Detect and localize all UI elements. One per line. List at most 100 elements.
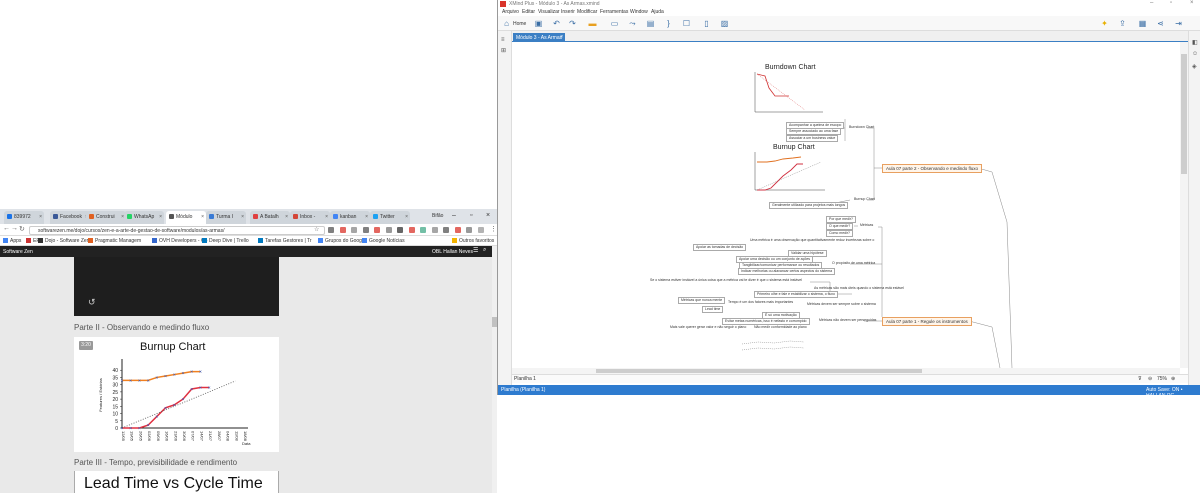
sheet-tab[interactable]: Planilha 1 (514, 376, 536, 382)
profile-label[interactable]: Bifão (432, 213, 443, 219)
marker-icon[interactable]: ☐ (682, 19, 691, 28)
bookmark-item[interactable]: OVH Developers - Co (152, 238, 207, 244)
video-player[interactable]: ↺ (74, 257, 279, 316)
browser-tab[interactable]: Construi × (86, 211, 126, 224)
tab-close-icon[interactable]: × (405, 214, 408, 220)
image-icon[interactable]: ▨ (720, 19, 729, 28)
mindmap-node[interactable]: Como medir? (826, 230, 854, 237)
menu-item[interactable]: Ferramentas (600, 9, 628, 15)
mindmap-node[interactable]: Aula 07 parte 1 - Regule os instrumentos (882, 317, 972, 326)
markers-panel-icon[interactable]: ☺ (1192, 51, 1198, 57)
mindmap-node[interactable]: Se o sistema estiver instável a única co… (648, 278, 804, 283)
bookmark-item[interactable]: Outros favoritos (452, 238, 494, 244)
filter-icon[interactable]: ⊽ (1138, 376, 1142, 382)
styles-panel-icon[interactable]: ◈ (1192, 63, 1197, 70)
tab-close-icon[interactable]: × (201, 214, 204, 220)
window-close-icon[interactable]: × (486, 212, 490, 219)
extension-icon[interactable] (454, 227, 461, 233)
browser-menu-icon[interactable]: ⋮ (490, 225, 497, 233)
bookmark-item[interactable]: Tarefas Gestores | Tr (258, 238, 312, 244)
outline-icon[interactable]: ≡ (501, 37, 505, 43)
bookmark-item[interactable]: Google Notícias (362, 238, 405, 244)
summary-icon[interactable]: } (664, 19, 673, 28)
burnup-small-image[interactable]: Burnup Chart (741, 140, 827, 200)
subtopic-icon[interactable]: ▭ (610, 19, 619, 28)
site-user[interactable]: OBL Hallan Neves (432, 249, 473, 255)
mindmap-node[interactable]: O propósito de uma métrica (830, 261, 877, 266)
extension-icon[interactable] (431, 227, 438, 233)
canvas-vscroll[interactable] (1180, 42, 1188, 368)
mindmap-node[interactable]: Métricas que nunca mente (678, 297, 726, 304)
extension-icon[interactable] (466, 227, 472, 233)
bookmark-item[interactable]: Grupos do Google (318, 238, 366, 244)
tab-close-icon[interactable]: × (39, 214, 42, 220)
mindmap-node[interactable]: Métricas não devem ser perseguidas (817, 318, 878, 323)
mindmap-node[interactable]: Apoiar as tomadas de decisão (693, 244, 747, 251)
menu-item[interactable]: Editar (522, 9, 535, 15)
extension-icon[interactable] (397, 227, 403, 233)
mindmap-node[interactable]: O que medir? (826, 223, 854, 230)
browser-tab[interactable]: A Batalh × (250, 211, 290, 224)
undo-icon[interactable]: ↶ (552, 19, 561, 28)
burndown-image[interactable]: Burndown Chart (735, 60, 827, 118)
menu-item[interactable]: Visualizar (538, 9, 560, 15)
menu-item[interactable]: Arquivo (502, 9, 519, 15)
doc-tab-close-icon[interactable]: × (560, 34, 563, 40)
maximize-icon[interactable]: ▫ (1170, 0, 1172, 6)
mindmap-node[interactable]: Por que medir? (826, 216, 856, 223)
hscroll-thumb[interactable] (596, 369, 922, 373)
zoom-out-icon[interactable]: ⊖ (1148, 376, 1152, 382)
mindmap-node[interactable]: Uma métrica é uma observação que quantit… (748, 238, 876, 243)
home-label[interactable]: Home (513, 21, 526, 27)
mindmap-node[interactable]: Não medir conformidade ao plano (752, 325, 809, 330)
mindmap-node[interactable]: Indicar melhorias ou alavancar certos as… (738, 268, 836, 275)
extension-icon[interactable] (328, 227, 334, 233)
menu-item[interactable]: Modificar (577, 9, 597, 15)
tab-close-icon[interactable]: × (241, 214, 244, 220)
extension-icon[interactable] (408, 227, 415, 233)
extension-icon[interactable] (477, 227, 484, 233)
star-icon[interactable]: ☆ (314, 226, 319, 233)
menu-item[interactable]: Inserir (561, 9, 575, 15)
tab-close-icon[interactable]: × (325, 214, 328, 220)
window-maximize-icon[interactable]: ▫ (470, 212, 472, 219)
idea-icon[interactable]: ✦ (1100, 19, 1109, 28)
mindmap-node[interactable]: Geralmente utilizado para projetos mais … (769, 202, 849, 209)
vscroll-thumb[interactable] (1181, 54, 1187, 174)
browser-tab[interactable]: Turma I × (206, 211, 246, 224)
extension-icon[interactable] (351, 227, 357, 233)
tab-close-icon[interactable]: × (365, 214, 368, 220)
bookmark-item[interactable]: Apps (3, 238, 21, 244)
search-icon[interactable]: ⌕ (483, 247, 486, 254)
burnup-chart-image[interactable]: 3:20 Burnup Chart 0 5 10 15 20 25 30 35 40 12/05 19… (74, 337, 279, 452)
mindmap-node[interactable]: Aula 07 parte 2 - Observando e medindo f… (882, 164, 983, 173)
redo-icon[interactable]: ↷ (568, 19, 577, 28)
mindmap-node[interactable]: Associar a um business value (786, 135, 839, 142)
zoom-level[interactable]: 75% (1157, 376, 1167, 382)
browser-tab[interactable]: WhatsAp × (124, 211, 164, 224)
mindmap-node[interactable]: Sempre associado ao uma fase (786, 128, 842, 135)
zoom-in-icon[interactable]: ⊕ (1171, 376, 1175, 382)
window-minimize-icon[interactable]: – (452, 212, 456, 219)
exit-icon[interactable]: ⇥ (1174, 19, 1183, 28)
mindmap-node[interactable]: Primeiro olhe e fale e estabilizar o sis… (754, 291, 839, 298)
home-icon[interactable]: ⌂ (502, 19, 511, 28)
doc-tab-active[interactable]: Módulo 3 - As Armas × (513, 33, 565, 42)
mindmap-node[interactable]: Evitar metas numéricas, isso é nefasto e… (722, 318, 810, 325)
menu-item[interactable]: Ajuda (651, 9, 664, 15)
extension-icon[interactable] (385, 227, 392, 233)
extension-icon[interactable] (374, 227, 380, 233)
bookmark-item[interactable]: Deep Dive | Trello (202, 238, 249, 244)
extension-icon[interactable] (443, 227, 449, 233)
tab-close-icon[interactable]: × (159, 214, 162, 220)
extension-icon[interactable] (420, 227, 426, 233)
browser-tab[interactable]: 839972 × (4, 211, 44, 224)
relationship-icon[interactable]: ⤳ (628, 19, 637, 28)
mindmap-node[interactable]: Métricas (858, 223, 875, 228)
lead-time-image[interactable]: Lead Time vs Cycle Time (74, 471, 279, 493)
tab-close-icon[interactable]: × (285, 214, 288, 220)
bookmark-item[interactable]: Pragmatic Managem (88, 238, 141, 244)
close-icon[interactable]: × (1190, 0, 1194, 6)
mindmap-node[interactable]: Lead time (702, 306, 724, 313)
present-icon[interactable]: ▦ (1138, 19, 1147, 28)
